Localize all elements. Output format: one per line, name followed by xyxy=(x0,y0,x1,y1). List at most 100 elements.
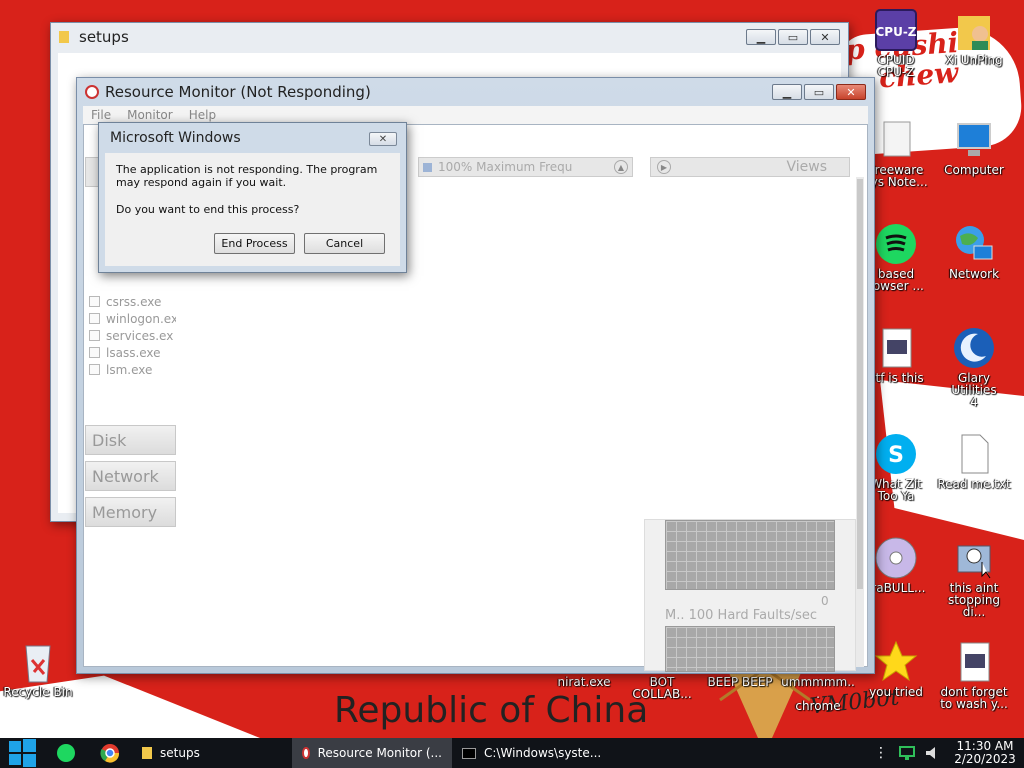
desktop-icon-nirat[interactable]: nirat.exe xyxy=(546,676,622,688)
process-name: winlogon.ex xyxy=(106,311,176,326)
network-section-header[interactable]: Network xyxy=(85,461,176,491)
desktop-icon-beep-beep[interactable]: BEEP BEEP xyxy=(702,676,778,688)
process-checkbox[interactable] xyxy=(89,330,100,341)
desktop-icon-glary-utilities[interactable]: Glary Utilities 4 xyxy=(936,326,1012,408)
desktop-icon-ummmmm-chrome[interactable]: ummmmm... chrome xyxy=(780,676,856,712)
system-tray: ⋮ 11:30 AM 2/20/2023 xyxy=(868,738,1024,768)
dialog-close-button[interactable]: ✕ xyxy=(369,132,397,146)
star-icon xyxy=(874,640,918,684)
clock[interactable]: 11:30 AM 2/20/2023 xyxy=(946,740,1024,766)
process-name: lsass.exe xyxy=(106,345,161,360)
dialog-body: The application is not responding. The p… xyxy=(105,153,400,266)
maximize-button[interactable]: ▭ xyxy=(778,29,808,45)
desktop-icon-recycle-bin[interactable]: Recycle Bin xyxy=(0,640,76,698)
hard-faults-caption: M.. 100 Hard Faults/sec xyxy=(663,608,820,623)
views-toolbar: ▶ Views xyxy=(650,157,850,177)
process-row[interactable]: lsass.exe xyxy=(85,344,176,361)
minimize-button[interactable]: ▁ xyxy=(746,29,776,45)
process-row[interactable]: services.ex xyxy=(85,327,176,344)
menu-help[interactable]: Help xyxy=(189,108,216,122)
process-checkbox[interactable] xyxy=(89,347,100,358)
desktop-icon-network[interactable]: Network xyxy=(936,222,1012,280)
network-status-icon[interactable] xyxy=(898,745,916,761)
taskbar: setups Resource Monitor (... C:\Windows\… xyxy=(0,738,1024,768)
taskbar-task-setups[interactable]: setups xyxy=(132,738,292,768)
process-name: lsm.exe xyxy=(106,362,153,377)
recycle-bin-icon xyxy=(16,640,60,684)
desktop-icon-label: CPUID CPU-Z xyxy=(877,53,915,79)
process-checkbox[interactable] xyxy=(89,296,100,307)
task-label: Resource Monitor (... xyxy=(317,746,442,760)
cancel-button[interactable]: Cancel xyxy=(304,233,385,254)
close-button[interactable]: ✕ xyxy=(810,29,840,45)
process-name: csrss.exe xyxy=(106,294,162,309)
chrome-icon xyxy=(100,744,120,763)
process-row[interactable]: csrss.exe xyxy=(85,293,176,310)
desktop-icon-dont-forget[interactable]: dont forget to wash y... xyxy=(936,640,1012,710)
windows-logo-icon xyxy=(9,739,36,767)
overflow-icon[interactable]: ⋮ xyxy=(868,745,894,761)
menu-monitor[interactable]: Monitor xyxy=(127,108,173,122)
minimize-button[interactable]: ▁ xyxy=(772,84,802,100)
cpu-frequency-swatch xyxy=(423,162,432,172)
menu-file[interactable]: File xyxy=(91,108,111,122)
svg-text:S: S xyxy=(888,443,904,468)
expand-pane-icon[interactable]: ▶ xyxy=(657,160,671,174)
graph-pane-scrollbar[interactable] xyxy=(856,177,864,667)
notes-icon xyxy=(874,118,918,162)
start-button[interactable] xyxy=(0,738,44,768)
spotify-icon xyxy=(874,222,918,266)
desktop-icon-read-me[interactable]: Read me.txt xyxy=(936,432,1012,490)
desktop-icon-label: dont forget to wash y... xyxy=(940,685,1008,711)
glary-icon xyxy=(952,326,996,370)
desktop-icon-xiunping[interactable]: Xi UnPing xyxy=(936,8,1012,66)
desktop-icon-label: Glary Utilities 4 xyxy=(951,371,997,409)
desktop-icon-this-aint-stopping[interactable]: this aint stopping di... xyxy=(936,536,1012,618)
taskbar-task-cmd[interactable]: C:\Windows\syste... xyxy=(452,738,612,768)
desktop-icon-label: Recycle Bin xyxy=(3,685,73,699)
process-row[interactable]: winlogon.ex xyxy=(85,310,176,327)
resmon-icon xyxy=(85,85,99,99)
desktop-icon-computer[interactable]: Computer xyxy=(936,118,1012,176)
hard-faults-graph xyxy=(665,626,835,672)
taskbar-pinned-app[interactable] xyxy=(44,738,88,768)
not-responding-dialog[interactable]: Microsoft Windows ✕ The application is n… xyxy=(98,122,407,273)
process-row[interactable]: lsm.exe xyxy=(85,361,176,378)
task-label: C:\Windows\syste... xyxy=(484,746,602,760)
desktop-icon-cpuz[interactable]: CPU-Z CPUID CPU-Z xyxy=(858,8,934,78)
end-process-button[interactable]: End Process xyxy=(214,233,295,254)
desktop-icon-label: Computer xyxy=(944,163,1004,177)
graph-axis-zero: 0 xyxy=(821,594,829,608)
memory-graph xyxy=(665,520,835,590)
disk-section-header[interactable]: Disk xyxy=(85,425,176,455)
resmon-titlebar[interactable]: Resource Monitor (Not Responding) xyxy=(77,78,874,106)
dialog-title: Microsoft Windows xyxy=(110,130,241,146)
svg-text:CPU-Z: CPU-Z xyxy=(875,25,916,39)
maximize-button[interactable]: ▭ xyxy=(804,84,834,100)
document-icon xyxy=(874,326,918,370)
views-dropdown[interactable]: Views xyxy=(786,159,827,175)
dialog-titlebar[interactable]: Microsoft Windows xyxy=(99,123,406,153)
desktop-icon-label: BEEP BEEP xyxy=(707,675,773,689)
taskbar-task-resmon[interactable]: Resource Monitor (... xyxy=(292,738,452,768)
close-button[interactable]: ✕ xyxy=(836,84,866,100)
desktop-icon-label: Read me.txt xyxy=(937,477,1011,491)
desktop-icon-label: BOT COLLAB... xyxy=(632,675,692,701)
cmd-icon xyxy=(462,747,476,759)
setups-titlebar[interactable]: setups xyxy=(51,23,848,51)
volume-icon[interactable] xyxy=(924,745,942,761)
skype-icon: S xyxy=(874,432,918,476)
collapse-icon[interactable]: ▲ xyxy=(614,160,628,174)
scrollbar-thumb[interactable] xyxy=(857,179,863,589)
window-title: setups xyxy=(79,28,129,46)
desktop-icon-bot-collab[interactable]: BOT COLLAB... xyxy=(624,676,700,700)
process-checkbox[interactable] xyxy=(89,313,100,324)
desktop-icon-label: ummmmm... chrome xyxy=(781,675,855,713)
computer-icon xyxy=(952,118,996,162)
process-checkbox[interactable] xyxy=(89,364,100,375)
cpu-frequency-bar: 100% Maximum Frequ ▲ xyxy=(418,157,633,177)
memory-section-header[interactable]: Memory xyxy=(85,497,176,527)
dialog-message: The application is not responding. The p… xyxy=(116,163,378,189)
disc-icon xyxy=(874,536,918,580)
taskbar-pinned-chrome[interactable] xyxy=(88,738,132,768)
